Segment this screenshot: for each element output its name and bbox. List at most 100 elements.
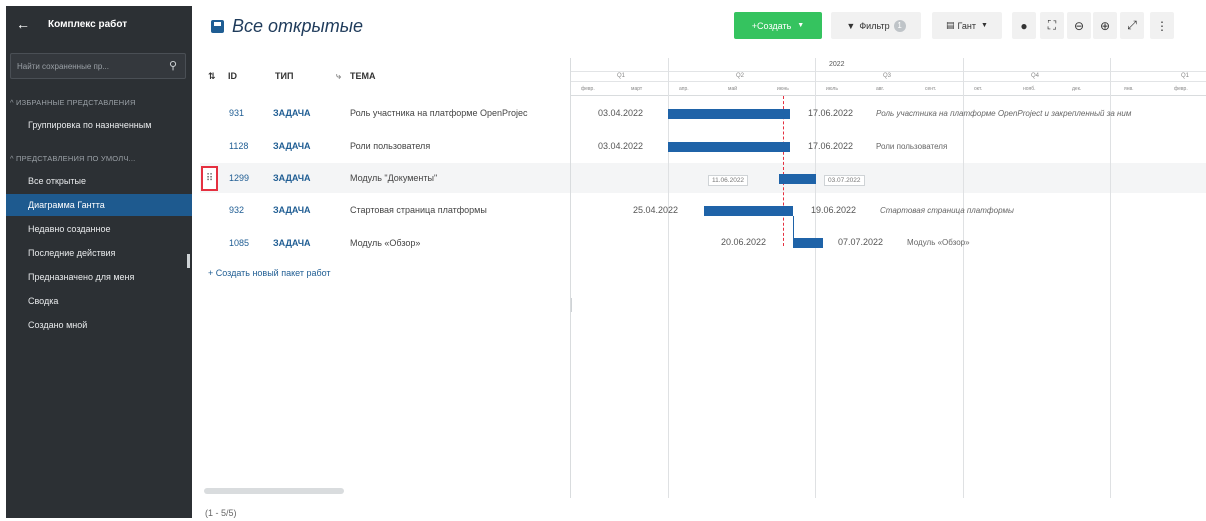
gantt-start-date: 25.04.2022	[633, 205, 679, 215]
chevron-down-icon: ▼	[981, 22, 988, 29]
gantt-end-date: 19.06.2022	[811, 205, 857, 215]
month-label: апр.	[679, 86, 689, 92]
month-label: июль	[826, 86, 838, 92]
month-label: окт.	[974, 86, 983, 92]
back-arrow-icon[interactable]: ←	[16, 16, 30, 32]
column-header-id[interactable]: ID	[228, 71, 237, 81]
gantt-start-date: 03.04.2022	[598, 108, 644, 118]
filter-count-badge: 1	[893, 19, 906, 32]
gantt-end-date: 17.06.2022	[808, 108, 854, 118]
gantt-bar-label: Роли пользователя	[876, 142, 948, 151]
zoom-auto-icon[interactable]: ⛶	[1040, 12, 1064, 39]
zoom-in-icon[interactable]: ⊕	[1093, 12, 1117, 39]
year-label: 2022	[829, 61, 845, 68]
fullscreen-icon[interactable]: ⤢	[1120, 12, 1144, 39]
gantt-bar[interactable]	[704, 206, 793, 216]
drag-handle-icon[interactable]: ⠿	[201, 166, 218, 191]
more-menu-icon[interactable]: ⋮	[1150, 12, 1174, 39]
zoom-out-icon[interactable]: ⊖	[1067, 12, 1091, 39]
sort-icon[interactable]: ⇅	[208, 71, 216, 82]
sidebar-scrollbar[interactable]	[187, 254, 190, 268]
row-type: ЗАДАЧА	[273, 205, 311, 215]
create-new-work-package-link[interactable]: + Создать новый пакет работ	[208, 268, 331, 278]
gantt-bar[interactable]	[668, 109, 790, 119]
month-label: май	[728, 86, 738, 92]
row-type: ЗАДАЧА	[273, 108, 311, 118]
row-id[interactable]: 932	[229, 205, 244, 215]
column-header-type[interactable]: ТИП	[275, 71, 293, 81]
create-button[interactable]: +Создать ▼	[734, 12, 822, 39]
gantt-bar[interactable]	[668, 142, 790, 152]
calendar-icon: ▤	[946, 20, 955, 30]
month-label: авг.	[876, 86, 885, 92]
sidebar-item-recently-created[interactable]: Недавно созданное	[6, 218, 192, 240]
gantt-end-date: 07.07.2022	[838, 237, 884, 247]
month-label: дек.	[1072, 86, 1082, 92]
row-subject[interactable]: Роли пользователя	[350, 141, 568, 151]
row-subject[interactable]: Модуль "Документы"	[350, 173, 568, 183]
gantt-bar-label: Роль участника на платформе OpenProject …	[876, 109, 1132, 118]
gantt-bar-label: Стартовая страница платформы	[880, 206, 1014, 215]
row-subject[interactable]: Стартовая страница платформы	[350, 205, 568, 215]
gantt-start-date: 20.06.2022	[721, 237, 767, 247]
pagination-info: (1 - 5/5)	[205, 508, 237, 518]
search-placeholder: Найти сохраненные пр...	[17, 61, 109, 71]
month-label: февр.	[581, 86, 595, 92]
sidebar-item-all-open[interactable]: Все открытые	[6, 170, 192, 192]
year-gridline	[1110, 58, 1111, 498]
row-subject[interactable]: Роль участника на платформе OpenProjec	[350, 108, 568, 118]
section-defaults[interactable]: ^ ПРЕДСТАВЛЕНИЯ ПО УМОЛЧ...	[10, 154, 190, 163]
gantt-dependency-line	[793, 216, 794, 243]
month-label: сент.	[925, 86, 937, 92]
hierarchy-icon[interactable]: ⤷	[336, 71, 341, 82]
gantt-end-date: 03.07.2022	[824, 175, 865, 186]
sidebar-item-summary[interactable]: Сводка	[6, 290, 192, 312]
month-label: нояб.	[1023, 86, 1036, 92]
gantt-bar[interactable]	[793, 238, 823, 248]
gantt-splitter[interactable]	[571, 298, 572, 312]
saved-views-search[interactable]: Найти сохраненные пр... ⚲	[10, 53, 186, 79]
quarter-gridline	[815, 58, 816, 498]
chevron-up-icon: ^	[10, 154, 14, 163]
row-subject[interactable]: Модуль «Обзор»	[350, 238, 568, 248]
row-id[interactable]: 1085	[229, 238, 249, 248]
sidebar-item-grouping[interactable]: Группировка по назначенным	[6, 114, 192, 136]
quarter-label: Q2	[736, 73, 745, 79]
filter-button[interactable]: ▼ Фильтр 1	[831, 12, 921, 39]
row-id[interactable]: 1128	[229, 141, 248, 151]
filter-icon: ▼	[846, 20, 856, 31]
sidebar-title: Комплекс работ	[48, 18, 128, 30]
row-id[interactable]: 1299	[229, 173, 249, 183]
sidebar-item-latest-activity[interactable]: Последние действия	[6, 242, 192, 264]
save-icon[interactable]	[211, 20, 224, 33]
row-type: ЗАДАЧА	[273, 173, 311, 183]
gantt-start-date: 11.06.2022	[708, 175, 749, 186]
month-label: март	[631, 86, 643, 92]
horizontal-scrollbar[interactable]	[204, 488, 344, 494]
quarter-gridline	[668, 58, 669, 498]
column-header-subject[interactable]: ТЕМА	[350, 71, 376, 81]
quarter-label: Q1	[1181, 73, 1190, 79]
page-title: Все открытые	[232, 16, 364, 36]
quarter-label: Q4	[1031, 73, 1040, 79]
section-favorites[interactable]: ^ ИЗБРАННЫЕ ПРЕДСТАВЛЕНИЯ	[10, 98, 190, 107]
month-label: июнь	[777, 86, 789, 92]
gantt-chart: 2022 Q1 Q2 Q3 Q4 Q1 февр. март апр. май …	[570, 58, 1206, 498]
month-label: янв.	[1124, 86, 1134, 92]
search-icon[interactable]: ⚲	[169, 59, 177, 72]
gantt-start-date: 03.04.2022	[598, 141, 644, 151]
gantt-end-date: 17.06.2022	[808, 141, 854, 151]
row-type: ЗАДАЧА	[273, 141, 311, 151]
month-label: февр.	[1174, 86, 1188, 92]
chevron-down-icon: ▼	[797, 22, 805, 29]
sidebar-header[interactable]: ← Комплекс работ	[6, 6, 192, 42]
sidebar-item-created-by-me[interactable]: Создано мной	[6, 314, 192, 336]
sidebar: ← Комплекс работ Найти сохраненные пр...…	[6, 6, 192, 518]
row-id[interactable]: 931	[229, 108, 244, 118]
sidebar-item-gantt[interactable]: Диаграмма Гантта	[6, 194, 192, 216]
gantt-view-button[interactable]: ▤ Гант ▼	[932, 12, 1002, 39]
gantt-bar[interactable]	[779, 174, 816, 184]
sidebar-item-assigned-to-me[interactable]: Предназначено для меня	[6, 266, 192, 288]
info-icon[interactable]: ●	[1012, 12, 1036, 39]
quarter-label: Q1	[617, 73, 626, 79]
